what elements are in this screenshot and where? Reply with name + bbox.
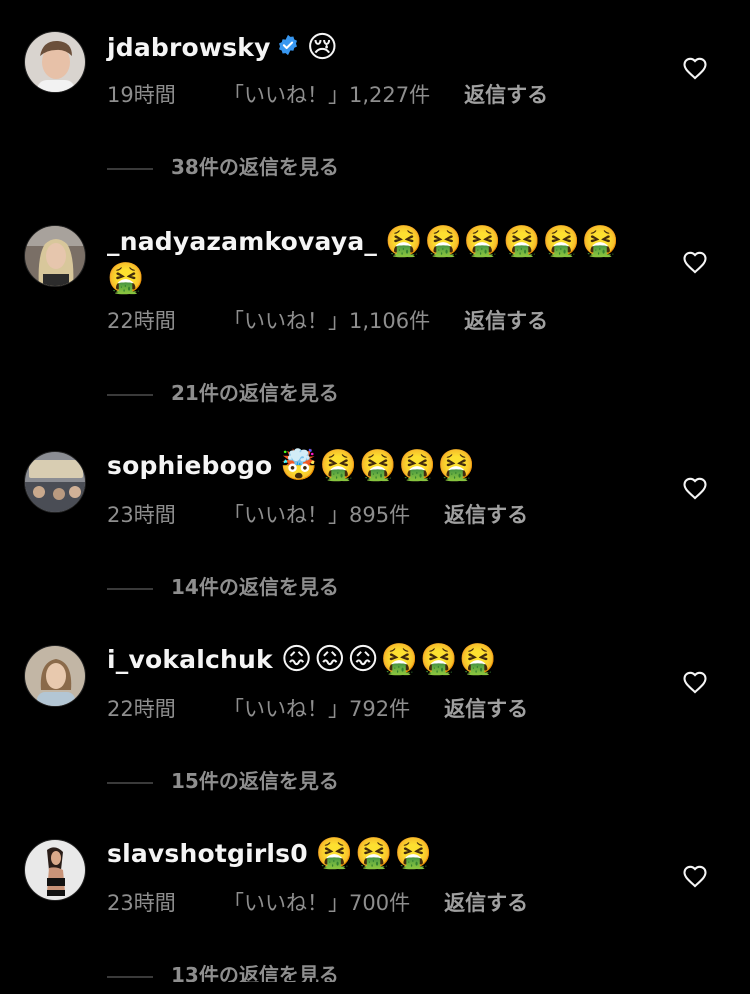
comment-meta: 22時間 「いいね！」1,106件 返信する bbox=[107, 305, 548, 335]
divider-line bbox=[107, 167, 153, 170]
heart-icon[interactable] bbox=[682, 670, 708, 694]
divider-line bbox=[107, 393, 153, 396]
timestamp: 19時間 bbox=[107, 83, 176, 107]
avatar[interactable] bbox=[24, 839, 86, 901]
divider-line bbox=[107, 587, 153, 590]
comment-text: 😖😖😖🤮🤮🤮 bbox=[280, 642, 499, 677]
comment-meta: 19時間 「いいね！」1,227件 返信する bbox=[107, 79, 548, 109]
comment-header: i_vokalchuk 😖😖😖🤮🤮🤮 bbox=[107, 640, 640, 679]
avatar[interactable] bbox=[24, 225, 86, 287]
comment-text: 🤯🤮🤮🤮🤮 bbox=[280, 448, 478, 483]
view-replies-button[interactable]: 15件の返信を見る bbox=[107, 765, 339, 794]
like-count[interactable]: 「いいね！」700件 bbox=[223, 887, 410, 917]
avatar-image bbox=[25, 226, 85, 286]
view-replies-label: 21件の返信を見る bbox=[171, 381, 339, 405]
heart-icon[interactable] bbox=[682, 476, 708, 500]
heart-icon[interactable] bbox=[682, 864, 708, 888]
comment-text-line2: 🤮 bbox=[107, 261, 147, 296]
comment-meta: 22時間 「いいね！」792件 返信する bbox=[107, 693, 528, 723]
comment-meta: 23時間 「いいね！」895件 返信する bbox=[107, 499, 528, 529]
username[interactable]: i_vokalchuk bbox=[107, 645, 273, 674]
reply-button[interactable]: 返信する bbox=[464, 79, 548, 109]
view-replies-label: 38件の返信を見る bbox=[171, 155, 339, 179]
timestamp: 22時間 bbox=[107, 697, 176, 721]
reply-button[interactable]: 返信する bbox=[444, 499, 528, 529]
divider-line bbox=[107, 975, 153, 978]
like-count[interactable]: 「いいね！」1,106件 bbox=[223, 305, 430, 335]
divider-line bbox=[107, 781, 153, 784]
avatar[interactable] bbox=[24, 451, 86, 513]
avatar[interactable] bbox=[24, 31, 86, 93]
view-replies-button[interactable]: 38件の返信を見る bbox=[107, 151, 339, 180]
verified-badge-icon bbox=[277, 29, 299, 67]
username[interactable]: slavshotgirls0 bbox=[107, 839, 308, 868]
comment-text: 🤮🤮🤮 bbox=[315, 836, 434, 871]
avatar-image bbox=[25, 840, 85, 900]
avatar[interactable] bbox=[24, 645, 86, 707]
avatar-image bbox=[25, 452, 85, 512]
view-replies-label: 15件の返信を見る bbox=[171, 769, 339, 793]
view-replies-label: 14件の返信を見る bbox=[171, 575, 339, 599]
comment-header: sophiebogo 🤯🤮🤮🤮🤮 bbox=[107, 446, 640, 485]
username[interactable]: jdabrowsky bbox=[107, 33, 271, 62]
avatar-image bbox=[25, 32, 85, 92]
username[interactable]: _nadyazamkovaya_ bbox=[107, 227, 377, 256]
view-replies-button[interactable]: 14件の返信を見る bbox=[107, 571, 339, 600]
reply-button[interactable]: 返信する bbox=[464, 305, 548, 335]
bottom-bar bbox=[0, 982, 750, 994]
timestamp: 23時間 bbox=[107, 891, 176, 915]
timestamp: 23時間 bbox=[107, 503, 176, 527]
timestamp: 22時間 bbox=[107, 309, 176, 333]
username[interactable]: sophiebogo bbox=[107, 451, 272, 480]
comment-text: 😢 bbox=[306, 30, 340, 65]
comment-text-continued: 🤮 bbox=[107, 259, 640, 298]
like-count[interactable]: 「いいね！」1,227件 bbox=[223, 79, 430, 109]
like-count[interactable]: 「いいね！」895件 bbox=[223, 499, 410, 529]
like-count[interactable]: 「いいね！」792件 bbox=[223, 693, 410, 723]
comment-header: jdabrowsky 😢 bbox=[107, 28, 640, 67]
comment-meta: 23時間 「いいね！」700件 返信する bbox=[107, 887, 528, 917]
comment-header: _nadyazamkovaya_ 🤮🤮🤮🤮🤮🤮 bbox=[107, 222, 640, 261]
comment-text: 🤮🤮🤮🤮🤮🤮 bbox=[385, 224, 622, 259]
reply-button[interactable]: 返信する bbox=[444, 693, 528, 723]
reply-button[interactable]: 返信する bbox=[444, 887, 528, 917]
view-replies-button[interactable]: 21件の返信を見る bbox=[107, 377, 339, 406]
heart-icon[interactable] bbox=[682, 56, 708, 80]
avatar-image bbox=[25, 646, 85, 706]
comment-header: slavshotgirls0 🤮🤮🤮 bbox=[107, 834, 640, 873]
heart-icon[interactable] bbox=[682, 250, 708, 274]
